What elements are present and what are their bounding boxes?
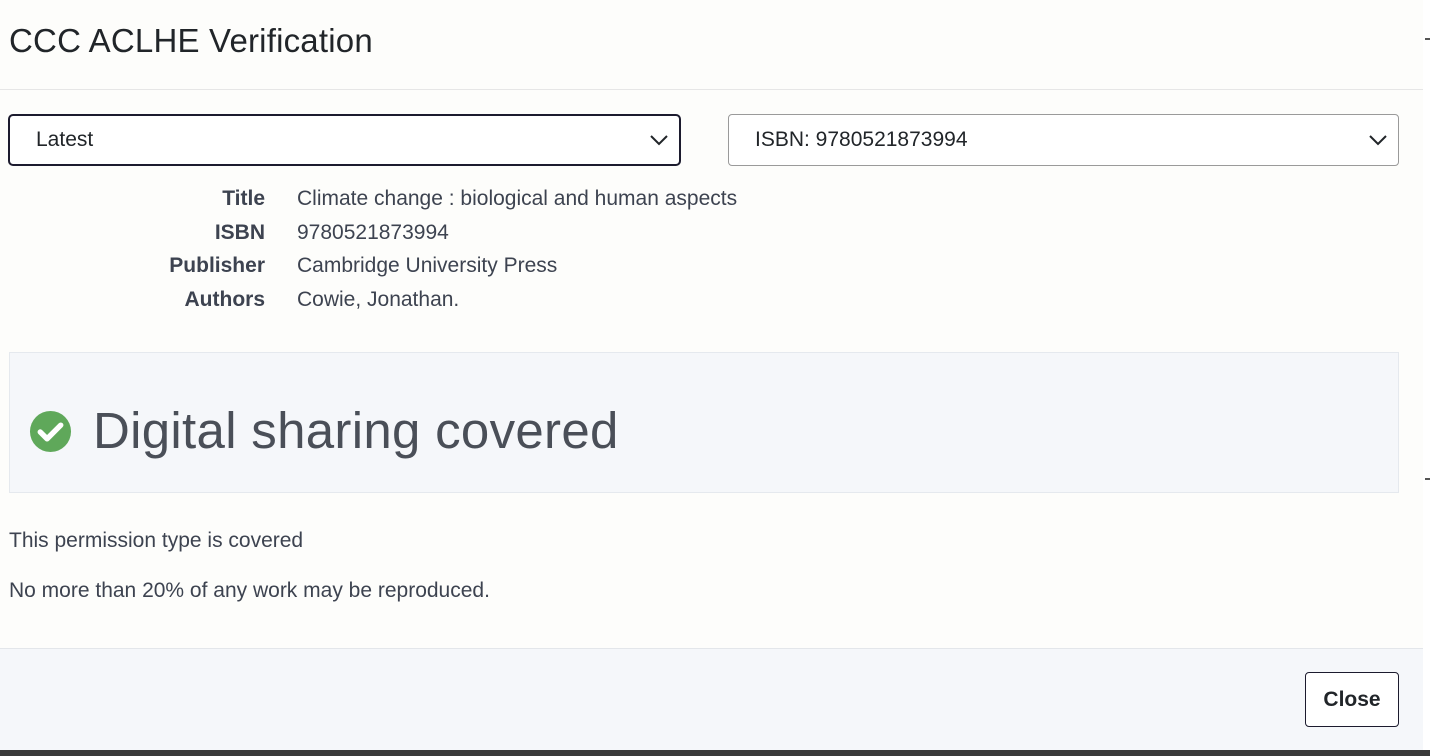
- coverage-status-text: Digital sharing covered: [93, 402, 619, 459]
- backdrop[interactable]: [1423, 0, 1430, 756]
- detail-value: Cowie, Jonathan.: [297, 287, 460, 311]
- detail-label: Publisher: [169, 254, 265, 277]
- detail-value: 9780521873994: [297, 220, 449, 244]
- coverage-status-panel: Digital sharing covered: [9, 352, 1399, 493]
- detail-label: ISBN: [214, 220, 265, 244]
- isbn-select[interactable]: ISBN: 9780521873994: [728, 114, 1399, 166]
- detail-label: Title: [222, 187, 265, 210]
- check-circle-icon: [29, 410, 72, 453]
- detail-value: Cambridge University Press: [297, 254, 558, 277]
- verification-modal: CCC ACLHE Verification Latest ISBN: 9780…: [0, 0, 1423, 750]
- version-select[interactable]: Latest: [8, 114, 681, 166]
- detail-label: Authors: [184, 287, 266, 311]
- isbn-select-value: ISBN: 9780521873994: [755, 128, 968, 151]
- modal-title: CCC ACLHE Verification: [9, 22, 373, 59]
- close-button[interactable]: Close: [1305, 672, 1399, 727]
- chevron-down-icon: [650, 135, 668, 146]
- backdrop-edge-mark: [1425, 478, 1430, 480]
- permission-note: This permission type is covered: [9, 529, 304, 552]
- chevron-down-icon: [1369, 135, 1387, 146]
- backdrop-bottom: [0, 750, 1430, 756]
- modal-footer: Close: [0, 648, 1423, 750]
- version-select-value: Latest: [36, 128, 94, 151]
- detail-value: Climate change : biological and human as…: [297, 187, 738, 210]
- reproduction-limit-note: No more than 20% of any work may be repr…: [9, 579, 490, 602]
- modal-header: CCC ACLHE Verification: [0, 0, 1423, 90]
- backdrop-edge-mark: [1425, 38, 1430, 40]
